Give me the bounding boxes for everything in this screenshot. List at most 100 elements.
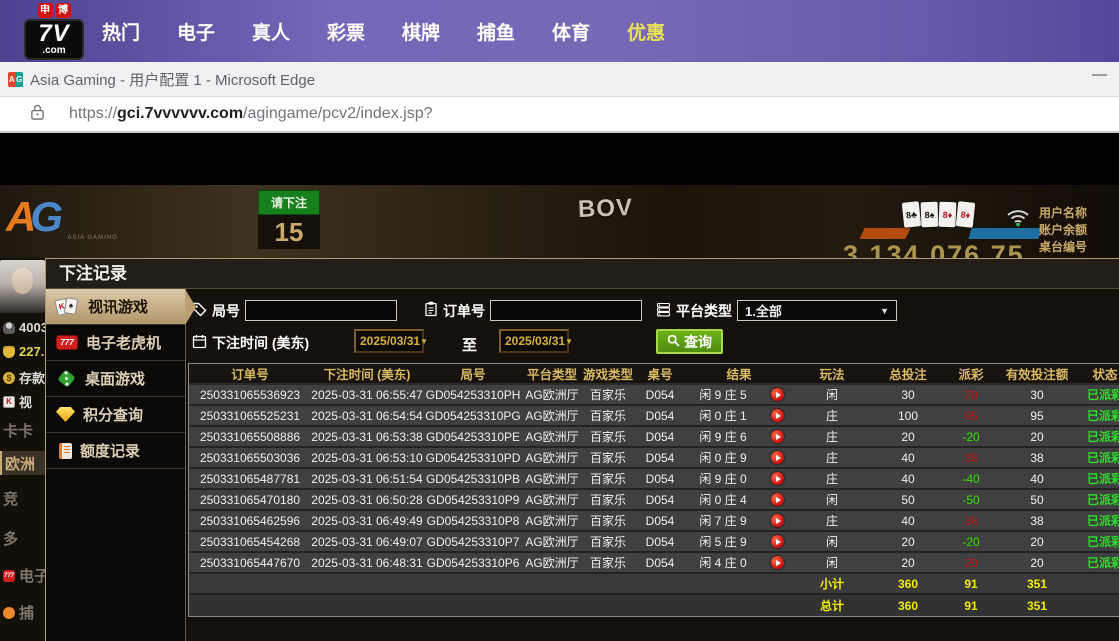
replay-icon[interactable] xyxy=(771,430,784,443)
cell: AG欧洲厅 xyxy=(523,511,581,530)
cell: 闲 xyxy=(793,385,871,404)
dealt-cards: 8♣8♠8♦8♦ xyxy=(903,202,974,227)
replay-icon[interactable] xyxy=(771,493,784,506)
column-header: 局号 xyxy=(423,364,523,383)
sidebar-item-电子老虎机[interactable]: 777电子老虎机 xyxy=(46,325,185,361)
cell: 50 xyxy=(997,490,1077,509)
gem-icon xyxy=(56,407,75,422)
cell: AG欧洲厅 xyxy=(523,469,581,488)
table-row: 2503310655030362025-03-31 06:53:10GD0542… xyxy=(189,448,1119,469)
chevron-down-icon: ▼ xyxy=(880,306,889,316)
sidebar-item-桌面游戏[interactable]: 桌面游戏 xyxy=(46,361,185,397)
user-icon xyxy=(3,322,15,334)
column-header: 游戏类型 xyxy=(581,364,635,383)
replay-icon[interactable] xyxy=(771,556,784,569)
bg-left-rail-item: 捕 xyxy=(3,602,45,623)
minimize-button[interactable]: — xyxy=(1092,66,1107,83)
sidebar-item-label: 额度记录 xyxy=(80,440,140,461)
cell: 2025-03-31 06:50:28 xyxy=(311,490,423,509)
cell: 总计 xyxy=(793,595,871,616)
replay-icon[interactable] xyxy=(771,472,784,485)
nav-item[interactable]: 热门 xyxy=(102,18,140,45)
cell: 闲 9 庄 5 xyxy=(685,385,761,404)
cell: 2025-03-31 06:53:10 xyxy=(311,448,423,467)
cell: -40 xyxy=(945,469,997,488)
nav-item[interactable]: 体育 xyxy=(552,18,590,45)
logo-badge-2: 博 xyxy=(56,3,71,18)
document-icon xyxy=(59,443,72,459)
address-bar[interactable]: https://gci.7vvvvvv.com/agingame/pcv2/in… xyxy=(0,97,1119,133)
bg-left-rail-item: 777电子 xyxy=(3,565,45,586)
replay-cell xyxy=(761,469,793,488)
sidebar-item-积分查询[interactable]: 积分查询 xyxy=(46,397,185,433)
list-icon xyxy=(656,302,671,320)
playing-card: 8♣ xyxy=(902,201,922,228)
cell: 已派彩 xyxy=(1077,385,1119,404)
cell: 百家乐 xyxy=(581,490,635,509)
cell: 91 xyxy=(945,595,997,616)
nav-item[interactable]: 棋牌 xyxy=(402,18,440,45)
cell: 庄 xyxy=(793,469,871,488)
cell: 2025-03-31 06:51:54 xyxy=(311,469,423,488)
replay-cell xyxy=(761,532,793,551)
screen: 申 博 7V .com 热门电子真人彩票棋牌捕鱼体育优惠 AG Asia Gam… xyxy=(0,0,1119,641)
cell: 闲 0 庄 9 xyxy=(685,448,761,467)
cell: D054 xyxy=(635,406,685,425)
cell: 40 xyxy=(871,511,945,530)
cards-icon: K♠ xyxy=(56,297,80,317)
replay-icon[interactable] xyxy=(771,388,784,401)
cell: 闲 xyxy=(793,532,871,551)
cell: 250331065470180 xyxy=(189,490,311,509)
cell: 已派彩 xyxy=(1077,469,1119,488)
table-row: 2503310655369232025-03-31 06:55:47GD0542… xyxy=(189,385,1119,406)
bet-time-filter-label: 下注时间 (美东) xyxy=(192,333,309,353)
cell: 250331065525231 xyxy=(189,406,311,425)
table-row: 2503310654877812025-03-31 06:51:54GD0542… xyxy=(189,469,1119,490)
cell: 95 xyxy=(945,406,997,425)
column-header: 订单号 xyxy=(189,364,311,383)
cell: 闲 7 庄 9 xyxy=(685,511,761,530)
replay-icon[interactable] xyxy=(771,535,784,548)
date-from-select[interactable]: 2025/03/31 ▼ xyxy=(354,329,424,353)
sidebar-item-视讯游戏[interactable]: K♠视讯游戏 xyxy=(46,289,185,325)
replay-icon[interactable] xyxy=(771,409,784,422)
edge-tab-favicon: AG xyxy=(8,72,23,87)
replay-cell xyxy=(761,427,793,446)
nav-item[interactable]: 优惠 xyxy=(627,18,665,45)
avatar[interactable] xyxy=(0,260,45,313)
replay-icon[interactable] xyxy=(771,451,784,464)
cell: 250331065536923 xyxy=(189,385,311,404)
site-logo[interactable]: 申 博 7V .com xyxy=(24,3,84,60)
nav-item[interactable]: 彩票 xyxy=(327,18,365,45)
bg-left-rail-label: 竞 xyxy=(3,488,18,509)
cell: 百家乐 xyxy=(581,469,635,488)
cell xyxy=(189,595,793,616)
cell: 2025-03-31 06:49:07 xyxy=(311,532,423,551)
cell: 2025-03-31 06:48:31 xyxy=(311,553,423,572)
table-row: 2503310655252312025-03-31 06:54:54GD0542… xyxy=(189,406,1119,427)
order-input[interactable] xyxy=(490,300,642,321)
nav-item[interactable]: 捕鱼 xyxy=(477,18,515,45)
bg-left-rail: 4003227.$存款K视卡卡欧洲竞多777电子捕 xyxy=(0,258,45,641)
cell: 百家乐 xyxy=(581,511,635,530)
site-nav-items: 热门 电子 真人 彩票 棋牌 捕鱼 体育 优惠 xyxy=(102,0,665,62)
replay-cell xyxy=(761,448,793,467)
fish-icon xyxy=(3,607,15,619)
bg-left-rail-label: 电子 xyxy=(19,565,45,586)
url-scheme: https:// xyxy=(69,105,117,122)
wifi-icon xyxy=(1005,207,1031,232)
sidebar-item-额度记录[interactable]: 额度记录 xyxy=(46,433,185,469)
replay-icon[interactable] xyxy=(771,514,784,527)
bg-left-rail-item: 227. xyxy=(3,344,45,359)
dice-icon xyxy=(57,369,75,387)
ag-logo-caption: ASIA GAMING xyxy=(67,235,117,241)
nav-item[interactable]: 电子 xyxy=(177,18,215,45)
round-filter: 局号 xyxy=(192,300,397,321)
nav-item[interactable]: 真人 xyxy=(252,18,290,45)
bg-left-rail-label: 4003 xyxy=(19,320,45,335)
search-button[interactable]: 查询 xyxy=(656,329,723,354)
cell: 闲 5 庄 9 xyxy=(685,532,761,551)
round-input[interactable] xyxy=(245,300,397,321)
date-to-select[interactable]: 2025/03/31 ▼ xyxy=(499,329,569,353)
platform-select[interactable]: 1.全部 ▼ xyxy=(737,300,897,321)
